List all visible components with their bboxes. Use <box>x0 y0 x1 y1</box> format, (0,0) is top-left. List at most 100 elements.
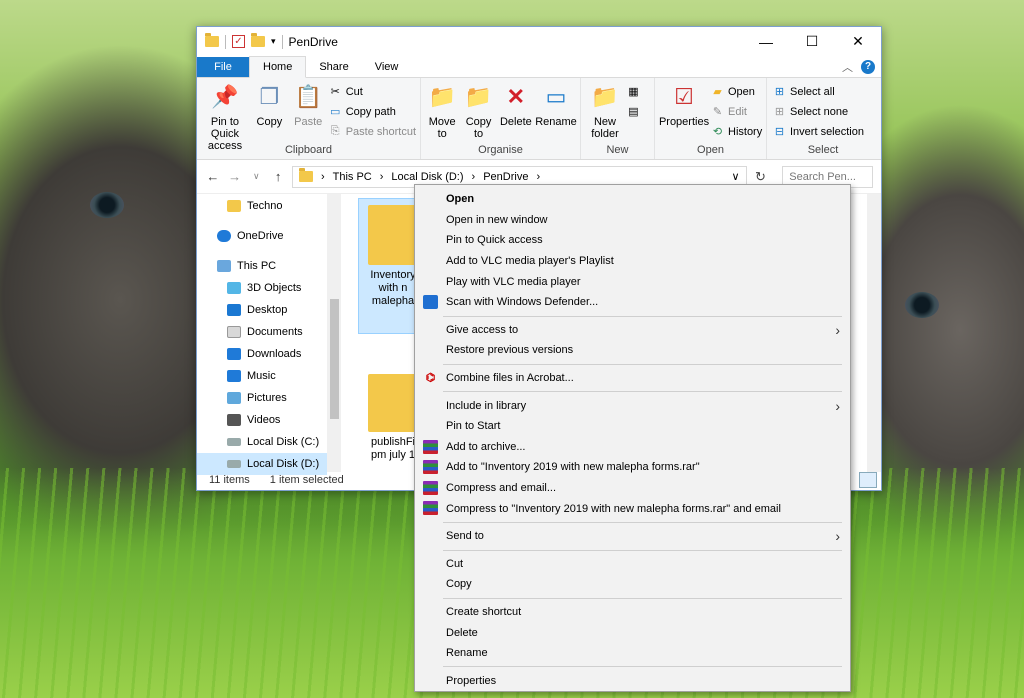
move-to-label: Move to <box>428 116 456 140</box>
menu-item-send-to[interactable]: Send to › <box>415 526 850 547</box>
group-clipboard: 📌 Pin to Quick access ❐ Copy 📋 Paste ✂ Cu… <box>197 78 421 159</box>
menu-item-vlc-playlist[interactable]: Add to VLC media player's Playlist <box>415 251 850 272</box>
breadcrumb-pendrive[interactable]: PenDrive <box>483 171 528 183</box>
menu-item-compress-rar-email[interactable]: Compress to "Inventory 2019 with new mal… <box>415 498 850 519</box>
help-icon[interactable]: ? <box>861 60 875 74</box>
nav-item-local-disk-c[interactable]: Local Disk (C:) <box>227 431 342 453</box>
refresh-icon[interactable]: ↻ <box>753 169 769 185</box>
tab-file[interactable]: File <box>197 57 249 77</box>
close-button[interactable]: ✕ <box>835 27 881 56</box>
group-label-organise: Organise <box>478 144 523 156</box>
history-button[interactable]: ⟲ History <box>711 123 762 140</box>
new-item-icon: ▦ <box>628 86 639 98</box>
nav-item-label: Desktop <box>247 304 288 316</box>
rename-icon: ▭ <box>545 84 567 109</box>
group-label-open: Open <box>697 144 724 156</box>
minimize-button[interactable]: — <box>743 27 789 56</box>
properties-check-icon[interactable]: ✓ <box>232 35 245 48</box>
paste-shortcut-button[interactable]: ⎘ Paste shortcut <box>329 123 416 140</box>
menu-item-rename[interactable]: Rename <box>415 643 850 664</box>
nav-item-music[interactable]: Music <box>227 365 342 387</box>
up-arrow-icon[interactable]: ↑ <box>270 169 286 184</box>
maximize-button[interactable]: ☐ <box>789 27 835 56</box>
chevron-right-icon: › <box>471 170 476 183</box>
nav-item-desktop[interactable]: Desktop <box>227 299 342 321</box>
content-scrollbar[interactable] <box>867 194 881 472</box>
chevron-right-icon: › <box>320 170 325 183</box>
recent-chevron-icon[interactable]: ∨ <box>248 171 264 182</box>
chevron-right-icon: › <box>536 170 541 183</box>
tab-share[interactable]: Share <box>306 57 361 77</box>
nav-item-pictures[interactable]: Pictures <box>227 387 342 409</box>
menu-item-include-library[interactable]: Include in library › <box>415 395 850 416</box>
nav-item-this-pc[interactable]: This PC <box>217 255 342 277</box>
menu-item-compress-email[interactable]: Compress and email... <box>415 478 850 499</box>
breadcrumb-this-pc[interactable]: This PC <box>333 171 372 183</box>
tab-view[interactable]: View <box>362 57 412 77</box>
breadcrumb-local-disk-d[interactable]: Local Disk (D:) <box>391 171 463 183</box>
nav-item-videos[interactable]: Videos <box>227 409 342 431</box>
group-open: ☑ Properties ▰ Open ✎ Edit ⟲ History Open <box>655 78 767 159</box>
nav-item-techno[interactable]: Techno <box>227 195 342 217</box>
ribbon-controls: ︿ ? <box>842 59 875 75</box>
folder-icon <box>368 205 418 265</box>
menu-item-pin-start[interactable]: Pin to Start <box>415 416 850 437</box>
menu-item-add-to-rar[interactable]: Add to "Inventory 2019 with new malepha … <box>415 457 850 478</box>
folder-icon <box>298 168 313 182</box>
select-all-button[interactable]: ⊞ Select all <box>773 83 864 100</box>
ribbon-tabs: File Home Share View ︿ ? <box>197 56 881 78</box>
nav-scrollbar[interactable] <box>327 194 341 472</box>
address-dropdown-icon[interactable]: ∨ <box>731 170 739 183</box>
menu-item-give-access[interactable]: Give access to › <box>415 320 850 341</box>
menu-item-open[interactable]: Open <box>415 189 850 210</box>
nav-item-label: 3D Objects <box>247 282 302 294</box>
cut-button[interactable]: ✂ Cut <box>329 83 416 100</box>
invert-selection-button[interactable]: ⊟ Invert selection <box>773 123 864 140</box>
chevron-down-icon[interactable]: ▾ <box>271 36 276 47</box>
rename-label: Rename <box>535 116 577 128</box>
nav-scrollbar-thumb[interactable] <box>330 299 339 419</box>
menu-item-combine-acrobat[interactable]: ⌬ Combine files in Acrobat... <box>415 368 850 389</box>
menu-item-add-archive[interactable]: Add to archive... <box>415 437 850 458</box>
select-none-button[interactable]: ⊞ Select none <box>773 103 864 120</box>
copy-label: Copy <box>256 116 283 128</box>
menu-item-label: Add to "Inventory 2019 with new malepha … <box>446 461 700 474</box>
edit-button[interactable]: ✎ Edit <box>711 103 762 120</box>
edit-label: Edit <box>728 105 747 118</box>
menu-item-create-shortcut[interactable]: Create shortcut <box>415 602 850 623</box>
group-label-clipboard: Clipboard <box>284 144 333 156</box>
nav-item-documents[interactable]: Documents <box>227 321 342 343</box>
menu-item-defender-scan[interactable]: Scan with Windows Defender... <box>415 292 850 313</box>
tab-home[interactable]: Home <box>249 56 307 78</box>
divider <box>225 34 226 49</box>
menu-separator <box>443 597 842 599</box>
nav-item-label: Downloads <box>247 348 302 360</box>
nav-item-3d-objects[interactable]: 3D Objects <box>227 277 342 299</box>
new-item-button[interactable]: ▦ <box>627 83 640 100</box>
chevron-up-icon[interactable]: ︿ <box>842 59 853 75</box>
nav-item-downloads[interactable]: Downloads <box>227 343 342 365</box>
open-button[interactable]: ▰ Open <box>711 83 762 100</box>
nav-item-label: Pictures <box>247 392 287 404</box>
menu-item-delete[interactable]: Delete <box>415 622 850 643</box>
copy-path-button[interactable]: ▭ Copy path <box>329 103 416 120</box>
drive-icon <box>227 438 241 446</box>
menu-item-vlc-play[interactable]: Play with VLC media player <box>415 271 850 292</box>
easy-access-button[interactable]: ▤ <box>627 103 640 120</box>
forward-arrow-icon[interactable]: → <box>227 169 243 184</box>
nav-item-label: Local Disk (D:) <box>247 458 320 470</box>
menu-item-open-new-window[interactable]: Open in new window <box>415 210 850 231</box>
nav-item-label: Local Disk (C:) <box>247 436 320 448</box>
invert-selection-label: Invert selection <box>790 125 864 138</box>
menu-item-properties[interactable]: Properties <box>415 670 850 691</box>
menu-item-copy[interactable]: Copy <box>415 574 850 595</box>
menu-item-restore-versions[interactable]: Restore previous versions <box>415 340 850 361</box>
new-folder-icon[interactable] <box>251 33 265 47</box>
copy-icon: ❐ <box>259 84 280 109</box>
group-label-select: Select <box>807 144 839 156</box>
menu-item-cut[interactable]: Cut <box>415 554 850 575</box>
nav-item-onedrive[interactable]: OneDrive <box>217 225 342 247</box>
details-view-icon[interactable] <box>859 472 877 488</box>
back-arrow-icon[interactable]: ← <box>205 169 221 184</box>
menu-item-pin-quick-access[interactable]: Pin to Quick access <box>415 230 850 251</box>
